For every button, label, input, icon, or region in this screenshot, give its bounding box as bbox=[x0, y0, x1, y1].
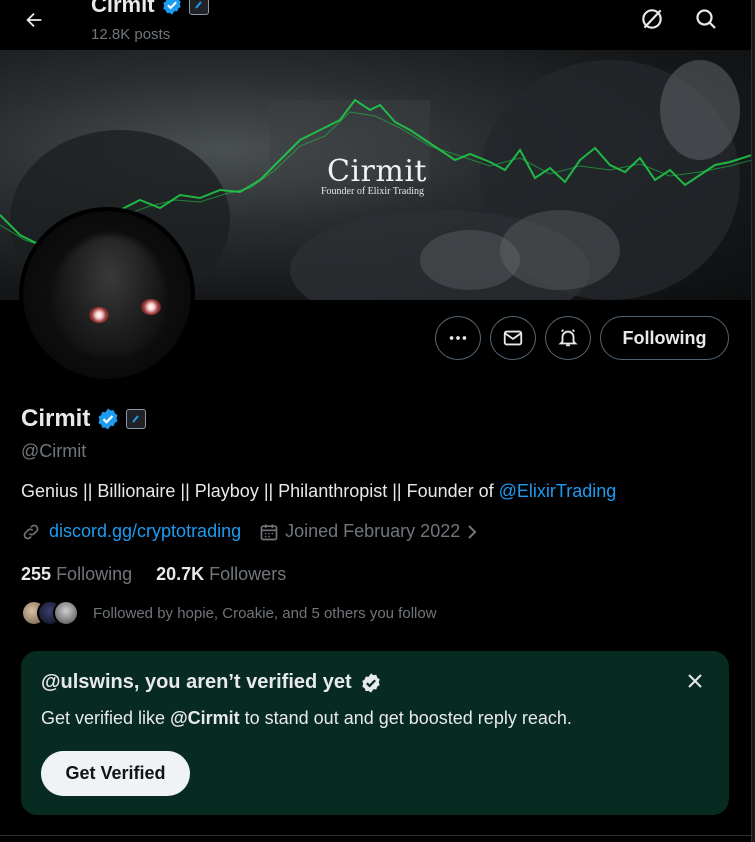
calendar-icon bbox=[260, 524, 278, 540]
card-text-before: Get verified like bbox=[41, 708, 171, 728]
avatar-eye-left bbox=[89, 307, 109, 323]
card-title-row: @ulswins, you aren’t verified yet bbox=[41, 671, 382, 694]
profile-name: Cirmit bbox=[21, 405, 91, 432]
card-text-after: to stand out and get boosted reply reach… bbox=[239, 708, 572, 728]
card-text-handle: @Cirmit bbox=[170, 708, 240, 728]
verified-badge-icon[interactable] bbox=[96, 407, 120, 431]
follow-stats: 255 Following 20.7K Followers bbox=[21, 564, 286, 585]
more-button[interactable] bbox=[435, 316, 481, 360]
profile-bio: Genius || Billionaire || Playboy || Phil… bbox=[21, 481, 616, 502]
banner-subtitle: Founder of Elixir Trading bbox=[321, 186, 425, 197]
search-icon bbox=[696, 9, 716, 29]
joined-date: Joined February 2022 bbox=[285, 521, 461, 541]
avatar-eye-right bbox=[141, 299, 161, 315]
avatar-image bbox=[23, 211, 191, 379]
header-name: Cirmit bbox=[91, 0, 155, 17]
top-bar: Cirmit 12.8K posts bbox=[0, 0, 751, 50]
get-verified-button[interactable]: Get Verified bbox=[41, 751, 190, 796]
followed-by-row[interactable]: Followed by hopie, Croakie, and 5 others… bbox=[21, 600, 437, 626]
posts-count: 12.8K posts bbox=[91, 26, 171, 43]
chevron-right-icon[interactable] bbox=[464, 523, 480, 541]
notification-bell-icon bbox=[558, 329, 578, 347]
avatar[interactable] bbox=[19, 207, 195, 383]
card-description: Get verified like @Cirmit to stand out a… bbox=[41, 708, 572, 729]
following-stat[interactable]: 255 Following bbox=[21, 564, 132, 585]
banner-title: Cirmit bbox=[327, 154, 427, 189]
following-label: Following bbox=[56, 564, 133, 584]
close-icon bbox=[688, 674, 702, 688]
card-close-button[interactable] bbox=[681, 667, 709, 695]
verified-badge-icon bbox=[361, 672, 380, 693]
divider bbox=[0, 835, 751, 836]
profile-name-row: Cirmit bbox=[21, 405, 147, 433]
profile-meta: discord.gg/cryptotrading Joined February… bbox=[21, 521, 480, 542]
header-name-row: Cirmit bbox=[91, 0, 209, 18]
card-title: @ulswins, you aren’t verified yet bbox=[41, 671, 352, 693]
search-button[interactable] bbox=[689, 2, 723, 36]
message-button[interactable] bbox=[490, 316, 536, 360]
followed-by-text: Followed by hopie, Croakie, and 5 others… bbox=[93, 604, 437, 622]
follower-avatar bbox=[53, 600, 79, 626]
bio-mention-link[interactable]: @ElixirTrading bbox=[499, 481, 617, 501]
followers-stat[interactable]: 20.7K Followers bbox=[156, 564, 286, 585]
verified-badge-icon bbox=[162, 0, 181, 15]
message-icon bbox=[503, 330, 523, 346]
following-button[interactable]: Following bbox=[600, 316, 729, 360]
back-button[interactable] bbox=[16, 2, 52, 38]
followers-label: Followers bbox=[209, 564, 287, 584]
profile-handle: @Cirmit bbox=[21, 441, 87, 461]
more-icon bbox=[449, 336, 467, 340]
bio-text: Genius || Billionaire || Playboy || Phil… bbox=[21, 481, 499, 501]
grok-button[interactable] bbox=[635, 2, 669, 36]
affiliate-badge-icon[interactable] bbox=[126, 409, 147, 429]
link-icon bbox=[23, 524, 39, 539]
profile-website-link[interactable]: discord.gg/cryptotrading bbox=[49, 521, 241, 542]
affiliate-badge-icon bbox=[188, 0, 209, 15]
following-count: 255 bbox=[21, 564, 52, 584]
avatar-figure bbox=[55, 235, 165, 355]
notifications-button[interactable] bbox=[545, 316, 591, 360]
verification-prompt-card: @ulswins, you aren’t verified yet Get ve… bbox=[21, 651, 729, 815]
followers-count: 20.7K bbox=[156, 564, 205, 584]
back-arrow-icon bbox=[26, 12, 42, 28]
profile-page: Cirmit 12.8K posts Cirmit Founder of Eli… bbox=[0, 0, 752, 842]
grok-icon bbox=[642, 9, 662, 29]
